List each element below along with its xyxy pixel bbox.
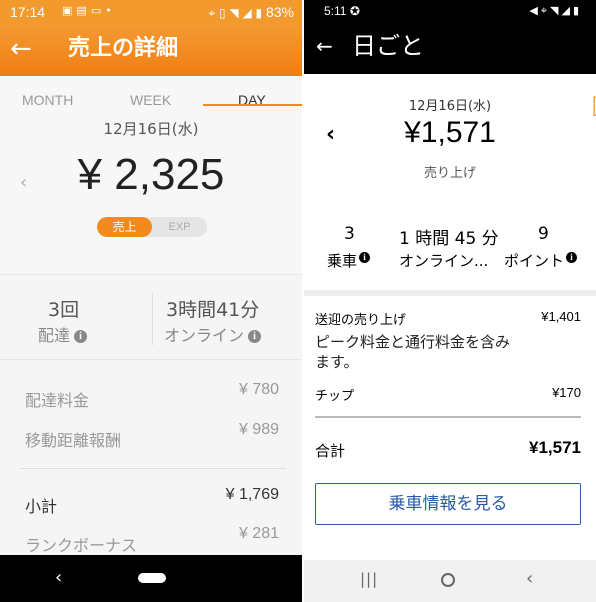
app-bar: ← 売上の詳細 [0,24,302,76]
signal-icon: ◢ [561,4,573,17]
info-icon[interactable]: i [74,330,88,343]
summary-date: 12月16日(水) [408,99,492,114]
deliveries-label: 配達 i [38,322,88,346]
subtotal-label: 小計 [25,497,58,516]
next-card-edge: ▯ [591,90,596,120]
location-icon: ⌖ [208,6,216,20]
info-icon[interactable]: i [359,252,371,263]
earnings-label: 売り上げ [423,166,476,181]
rank-bonus-value: ¥ 281 [238,525,279,542]
tip-label: チップ [315,389,355,404]
cast-icon: ▭ [90,4,106,17]
trips-label: 乗車 i [327,250,371,271]
back-arrow-icon[interactable]: ← [10,34,32,64]
nav-back-icon[interactable]: ‹ [55,567,62,588]
online-label: オンライン... [399,252,489,270]
battery-icon: ▮ [255,6,263,20]
signal-icon: ◢ [242,6,252,20]
navigation-bar: ||| ‹ [304,560,596,602]
navigation-bar: ‹ [0,555,302,602]
online-label: オンライン i [164,322,262,346]
fare-value: ¥1,401 [541,309,581,324]
info-icon[interactable]: i [566,252,578,263]
total-amount: ¥1,571 [404,116,496,149]
fare-label: 送迎の売り上げ [315,313,407,328]
divider [20,468,286,469]
deliveries-count: 3回 [48,299,80,321]
app-icon: ✪ [349,4,360,18]
image-icon: ▣ [62,4,77,17]
status-time: 17:14 [10,4,46,20]
divider [315,416,581,418]
distance-reward-value: ¥ 989 [238,421,279,438]
total-amount: ¥ 2,325 [77,150,225,199]
vibrate-icon: ▯ [218,6,226,20]
notification-icons: ▣▤▭• [62,4,116,17]
subtotal-value: ¥ 1,769 [225,486,279,503]
news-icon: ▤ [76,4,91,17]
status-bar: 5:11 ✪ ◀⌖◥◢▮ [304,0,596,22]
nav-recents-icon[interactable]: ||| [360,570,378,588]
distance-reward-label: 移動距離報酬 [25,431,122,450]
summary-date: 12月16日(水) [103,120,199,138]
battery-level: 83% [265,4,294,20]
page-title: 日ごと [352,32,424,60]
trips-count: 3 [344,224,355,244]
divider [0,359,302,360]
points-label: ポイント i [504,250,578,271]
battery-icon: ▮ [572,4,582,17]
location-icon: ⌖ [540,4,550,17]
view-trips-button[interactable]: 乗車情報を見る [315,483,581,525]
nav-home-pill-icon[interactable] [138,573,166,583]
system-icons: ⌖ ▯ ◥ ◢ ▮ 83% [208,4,294,21]
left-screenshot: 17:14 ▣▤▭• ⌖ ▯ ◥ ◢ ▮ 83% ← 売上の詳細 MONTH W… [0,0,302,602]
fare-note: ピーク料金と通行料金を含みます。 [315,333,511,371]
activity-stats: 3回 配達 i 3時間41分 オンライン i [0,275,302,359]
right-screenshot: 5:11 ✪ ◀⌖◥◢▮ ← 日ごと 12月16日(水) ‹ ¥1,571 売り… [304,0,596,602]
page-title: 売上の詳細 [68,36,179,61]
sales-exp-toggle[interactable]: 売上 EXP [97,217,207,237]
wifi-icon: ◥ [550,4,562,17]
points-count: 9 [538,224,549,244]
nav-home-icon[interactable] [441,573,455,587]
app-bar: ← 日ごと [304,22,596,74]
divider [152,293,153,345]
status-bar: 17:14 ▣▤▭• ⌖ ▯ ◥ ◢ ▮ 83% [0,0,302,24]
total-value: ¥1,571 [529,438,581,457]
delivery-fee-label: 配達料金 [25,391,90,410]
divider [304,290,596,296]
mute-icon: ◀ [529,4,541,17]
period-tabs: MONTH WEEK DAY [0,76,302,108]
online-time: 3時間41分 [166,299,260,321]
dot-icon: • [105,4,116,17]
total-label: 合計 [315,442,346,460]
toggle-sales[interactable]: 売上 [97,217,152,237]
status-time: 5:11 ✪ [324,4,360,18]
online-time: 1 時間 45 分 [399,229,499,249]
nav-back-icon[interactable]: ‹ [526,568,533,589]
info-icon[interactable]: i [248,330,262,343]
rank-bonus-label: ランクボーナス [25,536,138,555]
wifi-icon: ◥ [229,6,239,20]
toggle-exp[interactable]: EXP [152,217,207,237]
system-icons: ◀⌖◥◢▮ [529,4,582,18]
back-arrow-icon[interactable]: ← [316,34,333,58]
delivery-fee-value: ¥ 780 [238,381,279,398]
tip-value: ¥170 [552,385,581,400]
earnings-summary: 12月16日(水) ‹ ¥ 2,325 売上 EXP [0,106,302,274]
